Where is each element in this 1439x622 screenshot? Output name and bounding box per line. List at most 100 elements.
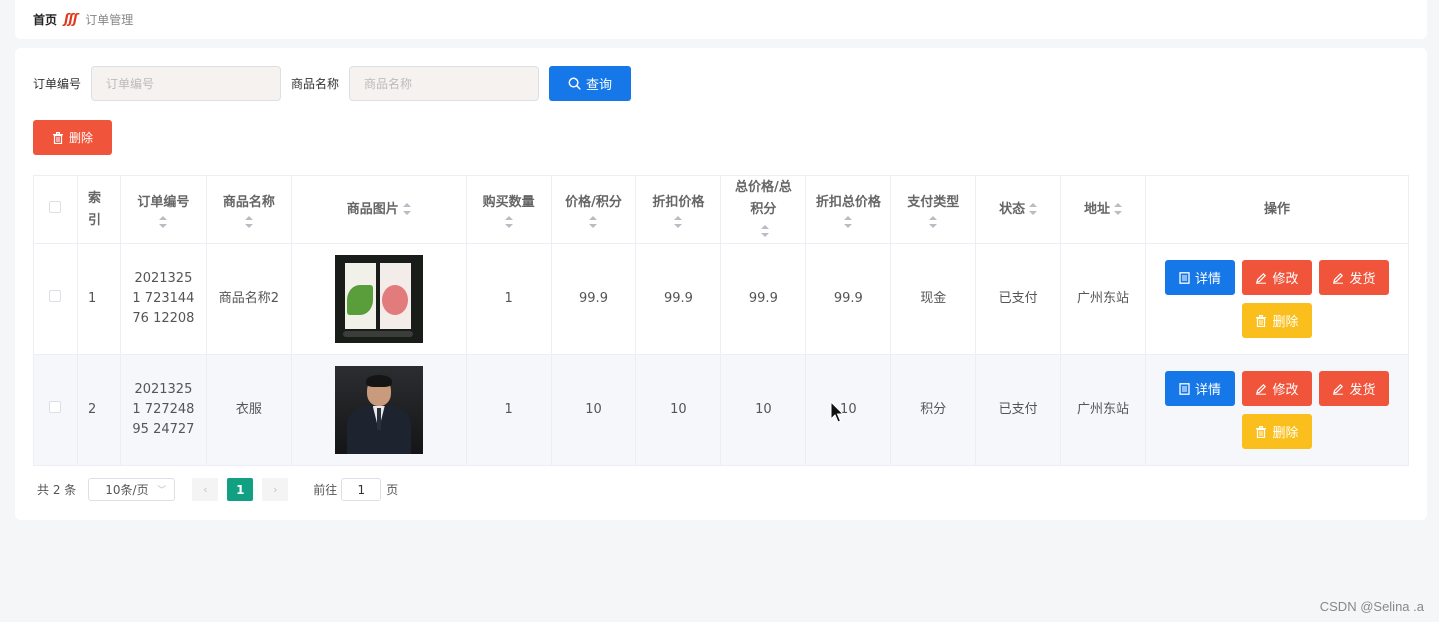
search-form: 订单编号 商品名称 查询 xyxy=(33,66,632,101)
row-status: 已支付 xyxy=(975,243,1062,355)
select-all-cell xyxy=(33,175,78,244)
breadcrumb-separator-icon: ʃʃʃ xyxy=(64,12,78,27)
row-address: 广州东站 xyxy=(1060,243,1146,355)
header-discount-price[interactable]: 折扣价格 xyxy=(635,175,722,244)
page-size-select[interactable]: 10条/页 ﹀ xyxy=(88,478,176,501)
row-total: 99.9 xyxy=(720,243,807,355)
row-checkbox[interactable] xyxy=(49,290,62,302)
edit-button[interactable]: 修改 xyxy=(1241,371,1312,406)
trash-icon xyxy=(1256,425,1267,438)
header-index: 索引 xyxy=(76,175,121,244)
header-quantity[interactable]: 购买数量 xyxy=(465,175,552,244)
query-button[interactable]: 查询 xyxy=(549,66,632,101)
header-pay-type[interactable]: 支付类型 xyxy=(890,175,977,244)
row-order-no: 20213251 72314476 12208 xyxy=(119,243,207,355)
row-pay-type: 现金 xyxy=(890,243,977,355)
sort-icon[interactable] xyxy=(761,225,770,237)
sort-icon[interactable] xyxy=(402,203,411,215)
row-quantity: 1 xyxy=(465,354,552,466)
header-product-image[interactable]: 商品图片 xyxy=(290,175,467,244)
search-icon xyxy=(568,77,581,90)
row-product-image xyxy=(290,243,467,355)
page-size-value: 10条/页 xyxy=(105,483,149,497)
row-quantity: 1 xyxy=(465,243,552,355)
query-button-label: 查询 xyxy=(586,78,613,93)
row-checkbox[interactable] xyxy=(49,401,62,413)
header-total[interactable]: 总价格/总积分 xyxy=(720,175,807,244)
edit-icon xyxy=(1256,383,1267,395)
row-status: 已支付 xyxy=(975,354,1062,466)
product-image[interactable] xyxy=(334,255,423,343)
chevron-right-icon: › xyxy=(273,483,278,496)
sort-icon[interactable] xyxy=(589,215,598,228)
sort-icon[interactable] xyxy=(674,215,683,228)
watermark: CSDN @Selina .a xyxy=(1319,599,1424,614)
row-total: 10 xyxy=(720,354,807,466)
row-address: 广州东站 xyxy=(1060,354,1146,466)
edit-icon xyxy=(1333,383,1344,395)
edit-button[interactable]: 修改 xyxy=(1241,260,1312,295)
header-order-no[interactable]: 订单编号 xyxy=(119,175,207,244)
row-product-name: 衣服 xyxy=(205,354,292,466)
row-discount-price: 99.9 xyxy=(635,243,722,355)
table-row: 2 20213251 72724895 24727 衣服 1 10 10 10 xyxy=(33,354,1410,466)
delete-button[interactable]: 删除 xyxy=(1241,414,1312,449)
header-price[interactable]: 价格/积分 xyxy=(550,175,637,244)
header-product-name[interactable]: 商品名称 xyxy=(205,175,292,244)
row-select-cell xyxy=(33,354,78,466)
pagination-total: 共 2 条 xyxy=(37,483,77,497)
sort-icon[interactable] xyxy=(159,215,168,228)
goto-label: 前往 xyxy=(313,483,338,497)
edit-icon xyxy=(1256,272,1267,284)
trash-icon xyxy=(1256,314,1267,327)
goto-page-input[interactable] xyxy=(341,478,382,501)
page-number-current[interactable]: 1 xyxy=(227,478,254,501)
row-price: 99.9 xyxy=(550,243,637,355)
ship-button[interactable]: 发货 xyxy=(1318,260,1389,295)
table-header-row: 索引 订单编号 商品名称 商品图片 购买数量 价格/积分 折扣价格 总价格/总积… xyxy=(33,175,1410,244)
ship-button[interactable]: 发货 xyxy=(1318,371,1389,406)
delete-button[interactable]: 删除 xyxy=(1241,303,1312,338)
row-select-cell xyxy=(33,243,78,355)
order-table: 索引 订单编号 商品名称 商品图片 购买数量 价格/积分 折扣价格 总价格/总积… xyxy=(33,175,1410,466)
header-address[interactable]: 地址 xyxy=(1060,175,1146,244)
goto-suffix: 页 xyxy=(386,483,399,497)
sort-icon[interactable] xyxy=(1114,203,1123,215)
breadcrumb: 首页 ʃʃʃ 订单管理 xyxy=(15,0,1427,39)
sort-icon[interactable] xyxy=(929,215,938,228)
order-no-input[interactable] xyxy=(91,66,282,101)
sort-icon[interactable] xyxy=(244,215,253,228)
row-discount-total: 99.9 xyxy=(805,243,892,355)
header-actions: 操作 xyxy=(1144,175,1410,244)
order-no-label: 订单编号 xyxy=(33,77,82,91)
product-name-input[interactable] xyxy=(349,66,540,101)
chevron-down-icon: ﹀ xyxy=(157,486,167,496)
pagination: 共 2 条 10条/页 ﹀ ‹ 1 › 前往 页 xyxy=(37,478,398,501)
document-icon xyxy=(1179,382,1190,395)
detail-button[interactable]: 详情 xyxy=(1164,371,1235,406)
detail-button[interactable]: 详情 xyxy=(1164,260,1235,295)
bulk-delete-button[interactable]: 删除 xyxy=(33,120,112,155)
select-all-checkbox[interactable] xyxy=(49,200,62,213)
row-pay-type: 积分 xyxy=(890,354,977,466)
row-actions: 详情 修改 发货 删除 xyxy=(1144,243,1410,355)
sort-icon[interactable] xyxy=(844,215,853,228)
product-image[interactable] xyxy=(334,366,423,454)
header-discount-total[interactable]: 折扣总价格 xyxy=(805,175,892,244)
edit-icon xyxy=(1333,272,1344,284)
row-price: 10 xyxy=(550,354,637,466)
breadcrumb-home[interactable]: 首页 xyxy=(33,11,57,28)
next-page-button[interactable]: › xyxy=(262,478,289,501)
chevron-left-icon: ‹ xyxy=(203,483,208,496)
row-product-name: 商品名称2 xyxy=(205,243,292,355)
prev-page-button[interactable]: ‹ xyxy=(192,478,219,501)
row-product-image xyxy=(290,354,467,466)
sort-icon[interactable] xyxy=(504,215,513,228)
product-name-label: 商品名称 xyxy=(291,77,340,91)
document-icon xyxy=(1179,271,1190,284)
sort-icon[interactable] xyxy=(1029,203,1038,215)
trash-icon xyxy=(52,131,63,144)
header-status[interactable]: 状态 xyxy=(975,175,1062,244)
order-panel: 订单编号 商品名称 查询 删除 xyxy=(15,48,1427,520)
row-index: 1 xyxy=(76,243,121,355)
